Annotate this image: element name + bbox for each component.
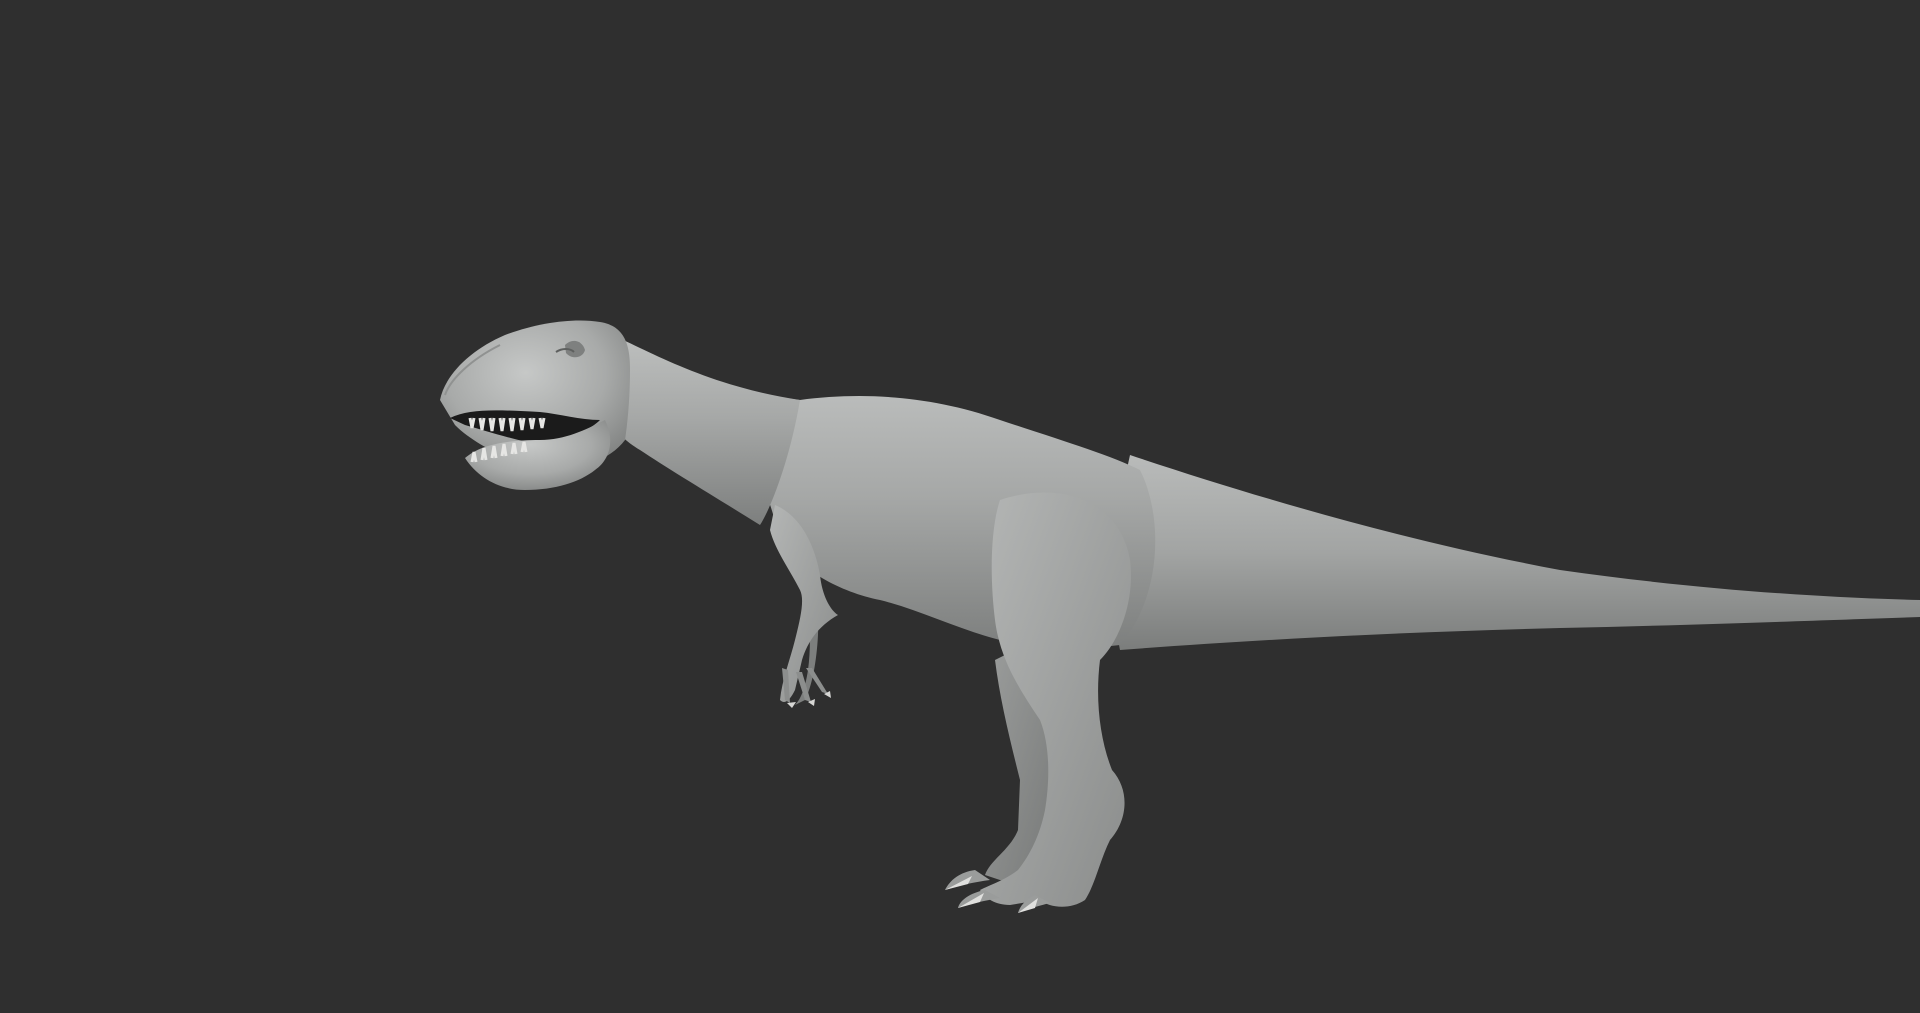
dinosaur-head <box>440 320 630 490</box>
dinosaur-neck <box>600 330 800 525</box>
3d-viewport[interactable] <box>0 0 1920 1013</box>
dinosaur-tail <box>1114 455 1920 650</box>
viewport-scene <box>440 320 1920 913</box>
